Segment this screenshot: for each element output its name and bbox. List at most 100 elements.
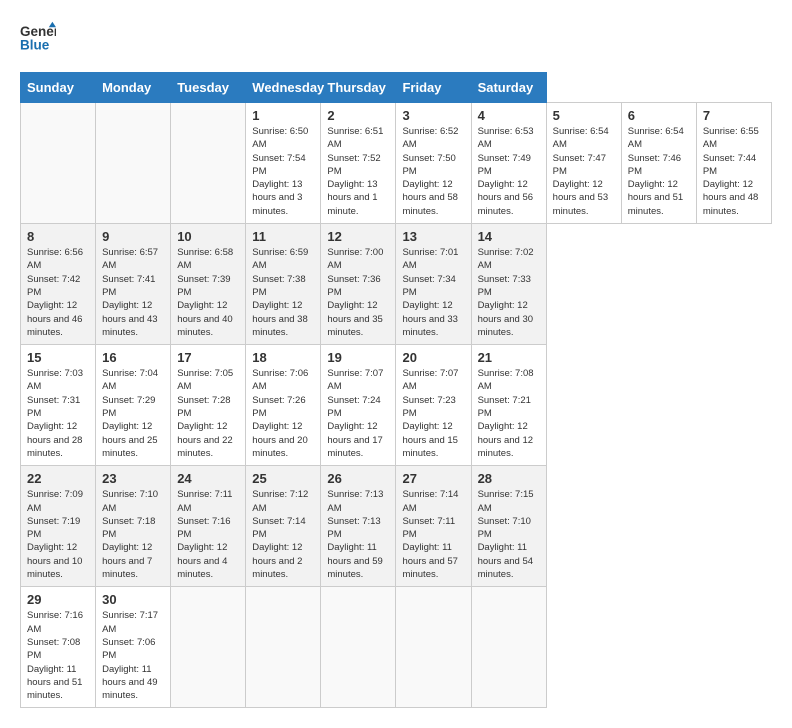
calendar-header-row: SundayMondayTuesdayWednesdayThursdayFrid… [21,73,772,103]
calendar-cell: 16 Sunrise: 7:04 AMSunset: 7:29 PMDayligh… [96,345,171,466]
day-info: Sunrise: 7:00 AMSunset: 7:36 PMDaylight:… [327,246,389,339]
calendar-week-5: 29 Sunrise: 7:16 AMSunset: 7:08 PMDayligh… [21,587,772,708]
day-info: Sunrise: 7:09 AMSunset: 7:19 PMDaylight:… [27,488,89,581]
day-info: Sunrise: 7:05 AMSunset: 7:28 PMDaylight:… [177,367,239,460]
day-info: Sunrise: 6:58 AMSunset: 7:39 PMDaylight:… [177,246,239,339]
day-number: 2 [327,108,389,123]
calendar-cell: 11 Sunrise: 6:59 AMSunset: 7:38 PMDayligh… [246,224,321,345]
logo: General Blue [20,20,56,56]
day-info: Sunrise: 7:14 AMSunset: 7:11 PMDaylight:… [402,488,464,581]
day-number: 17 [177,350,239,365]
day-header-thursday: Thursday [321,73,396,103]
day-number: 5 [553,108,615,123]
calendar-cell: 18 Sunrise: 7:06 AMSunset: 7:26 PMDayligh… [246,345,321,466]
day-info: Sunrise: 7:07 AMSunset: 7:23 PMDaylight:… [402,367,464,460]
day-info: Sunrise: 6:59 AMSunset: 7:38 PMDaylight:… [252,246,314,339]
calendar-cell [21,103,96,224]
day-number: 18 [252,350,314,365]
day-info: Sunrise: 6:55 AMSunset: 7:44 PMDaylight:… [703,125,765,218]
day-number: 27 [402,471,464,486]
day-number: 24 [177,471,239,486]
day-number: 15 [27,350,89,365]
calendar-cell: 25Sunrise: 7:12 AMSunset: 7:14 PMDayligh… [246,466,321,587]
day-number: 13 [402,229,464,244]
day-number: 3 [402,108,464,123]
calendar-cell: 24 Sunrise: 7:11 AMSunset: 7:16 PMDayligh… [171,466,246,587]
svg-text:Blue: Blue [20,38,50,53]
day-number: 22 [27,471,89,486]
calendar-cell: 22 Sunrise: 7:09 AMSunset: 7:19 PMDayligh… [21,466,96,587]
calendar-cell: 27 Sunrise: 7:14 AMSunset: 7:11 PMDayligh… [396,466,471,587]
calendar-week-1: 1 Sunrise: 6:50 AMSunset: 7:54 PMDaylight… [21,103,772,224]
day-number: 23 [102,471,164,486]
day-number: 29 [27,592,89,607]
calendar-week-3: 15Sunrise: 7:03 AMSunset: 7:31 PMDayligh… [21,345,772,466]
calendar-cell [246,587,321,708]
day-info: Sunrise: 7:08 AMSunset: 7:21 PMDaylight:… [478,367,540,460]
day-number: 9 [102,229,164,244]
calendar-cell: 5 Sunrise: 6:54 AMSunset: 7:47 PMDaylight… [546,103,621,224]
calendar-cell: 19 Sunrise: 7:07 AMSunset: 7:24 PMDayligh… [321,345,396,466]
day-header-sunday: Sunday [21,73,96,103]
day-number: 30 [102,592,164,607]
day-info: Sunrise: 7:10 AMSunset: 7:18 PMDaylight:… [102,488,164,581]
day-info: Sunrise: 7:15 AMSunset: 7:10 PMDaylight:… [478,488,540,581]
calendar-cell: 15Sunrise: 7:03 AMSunset: 7:31 PMDayligh… [21,345,96,466]
day-number: 16 [102,350,164,365]
day-info: Sunrise: 6:52 AMSunset: 7:50 PMDaylight:… [402,125,464,218]
calendar-cell [471,587,546,708]
day-info: Sunrise: 6:54 AMSunset: 7:46 PMDaylight:… [628,125,690,218]
day-info: Sunrise: 7:13 AMSunset: 7:13 PMDaylight:… [327,488,389,581]
calendar-cell [96,103,171,224]
day-header-saturday: Saturday [471,73,546,103]
calendar-week-2: 8 Sunrise: 6:56 AMSunset: 7:42 PMDaylight… [21,224,772,345]
day-header-wednesday: Wednesday [246,73,321,103]
calendar-cell: 1 Sunrise: 6:50 AMSunset: 7:54 PMDaylight… [246,103,321,224]
day-number: 11 [252,229,314,244]
calendar-cell: 26Sunrise: 7:13 AMSunset: 7:13 PMDayligh… [321,466,396,587]
calendar-cell: 7Sunrise: 6:55 AMSunset: 7:44 PMDaylight… [696,103,771,224]
day-info: Sunrise: 7:11 AMSunset: 7:16 PMDaylight:… [177,488,239,581]
calendar-cell: 17 Sunrise: 7:05 AMSunset: 7:28 PMDayligh… [171,345,246,466]
day-info: Sunrise: 6:57 AMSunset: 7:41 PMDaylight:… [102,246,164,339]
calendar-cell [171,103,246,224]
day-number: 6 [628,108,690,123]
logo-icon: General Blue [20,20,56,56]
day-number: 28 [478,471,540,486]
calendar-cell: 10 Sunrise: 6:58 AMSunset: 7:39 PMDayligh… [171,224,246,345]
calendar-cell: 4Sunrise: 6:53 AMSunset: 7:49 PMDaylight… [471,103,546,224]
day-info: Sunrise: 7:16 AMSunset: 7:08 PMDaylight:… [27,609,89,702]
calendar-cell [321,587,396,708]
day-info: Sunrise: 7:01 AMSunset: 7:34 PMDaylight:… [402,246,464,339]
day-info: Sunrise: 6:53 AMSunset: 7:49 PMDaylight:… [478,125,540,218]
calendar-cell: 13 Sunrise: 7:01 AMSunset: 7:34 PMDayligh… [396,224,471,345]
calendar-cell: 21 Sunrise: 7:08 AMSunset: 7:21 PMDayligh… [471,345,546,466]
day-number: 21 [478,350,540,365]
day-number: 19 [327,350,389,365]
day-header-monday: Monday [96,73,171,103]
day-info: Sunrise: 7:04 AMSunset: 7:29 PMDaylight:… [102,367,164,460]
day-header-tuesday: Tuesday [171,73,246,103]
day-number: 1 [252,108,314,123]
calendar-cell: 23 Sunrise: 7:10 AMSunset: 7:18 PMDayligh… [96,466,171,587]
calendar-cell: 8 Sunrise: 6:56 AMSunset: 7:42 PMDaylight… [21,224,96,345]
day-number: 14 [478,229,540,244]
day-number: 20 [402,350,464,365]
calendar-cell: 28 Sunrise: 7:15 AMSunset: 7:10 PMDayligh… [471,466,546,587]
day-number: 8 [27,229,89,244]
day-info: Sunrise: 6:56 AMSunset: 7:42 PMDaylight:… [27,246,89,339]
day-info: Sunrise: 6:54 AMSunset: 7:47 PMDaylight:… [553,125,615,218]
day-info: Sunrise: 7:07 AMSunset: 7:24 PMDaylight:… [327,367,389,460]
calendar-cell [171,587,246,708]
calendar-cell: 30Sunrise: 7:17 AMSunset: 7:06 PMDayligh… [96,587,171,708]
day-info: Sunrise: 7:06 AMSunset: 7:26 PMDaylight:… [252,367,314,460]
calendar-cell: 14 Sunrise: 7:02 AMSunset: 7:33 PMDayligh… [471,224,546,345]
calendar-table: SundayMondayTuesdayWednesdayThursdayFrid… [20,72,772,708]
calendar-cell: 12Sunrise: 7:00 AMSunset: 7:36 PMDayligh… [321,224,396,345]
day-info: Sunrise: 6:50 AMSunset: 7:54 PMDaylight:… [252,125,314,218]
calendar-cell: 9 Sunrise: 6:57 AMSunset: 7:41 PMDaylight… [96,224,171,345]
calendar-cell: 3 Sunrise: 6:52 AMSunset: 7:50 PMDaylight… [396,103,471,224]
day-number: 10 [177,229,239,244]
day-info: Sunrise: 7:12 AMSunset: 7:14 PMDaylight:… [252,488,314,581]
day-info: Sunrise: 7:02 AMSunset: 7:33 PMDaylight:… [478,246,540,339]
